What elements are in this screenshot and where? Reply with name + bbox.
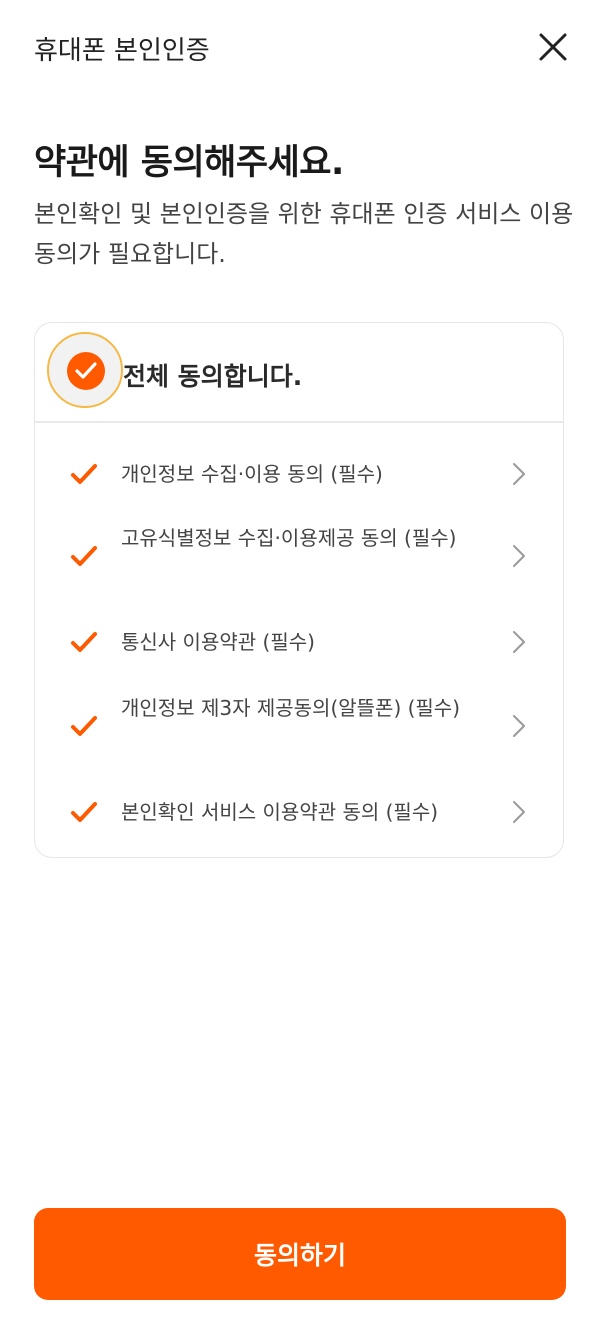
check-icon[interactable]: [71, 631, 97, 653]
chevron-right-icon[interactable]: [511, 713, 527, 739]
agreement-item-label: 고유식별정보 수집·이용제공 동의 (필수): [121, 526, 457, 550]
close-icon: [539, 33, 567, 61]
check-icon[interactable]: [71, 801, 97, 823]
agreement-item[interactable]: 본인확인 서비스 이용약관 동의 (필수): [35, 791, 563, 835]
agreement-item-label: 개인정보 제3자 제공동의(알뜰폰) (필수): [121, 696, 461, 720]
header: 휴대폰 본인인증: [0, 0, 600, 94]
close-button[interactable]: [534, 28, 572, 66]
agree-all-label: 전체 동의합니다.: [123, 362, 303, 391]
agreement-item[interactable]: 고유식별정보 수집·이용제공 동의 (필수): [35, 521, 563, 593]
check-icon[interactable]: [71, 715, 97, 737]
agree-all-checkbox[interactable]: [47, 332, 123, 408]
agreement-item[interactable]: 통신사 이용약관 (필수): [35, 621, 563, 665]
agree-button[interactable]: 동의하기: [34, 1208, 566, 1300]
divider: [35, 421, 563, 423]
agree-all-check-fill: [67, 352, 105, 390]
chevron-right-icon[interactable]: [511, 799, 527, 825]
check-icon: [75, 362, 97, 379]
chevron-right-icon[interactable]: [511, 461, 527, 487]
terms-description: 본인확인 및 본인인증을 위한 휴대폰 인증 서비스 이용 동의가 필요합니다.: [34, 200, 574, 268]
agreement-card: 전체 동의합니다. 개인정보 수집·이용 동의 (필수) 고유식별정보 수집·이…: [34, 322, 564, 858]
page-title: 휴대폰 본인인증: [34, 36, 210, 66]
agreement-item[interactable]: 개인정보 제3자 제공동의(알뜰폰) (필수): [35, 691, 563, 763]
agreement-item-label: 본인확인 서비스 이용약관 동의 (필수): [121, 800, 439, 824]
agreement-item[interactable]: 개인정보 수집·이용 동의 (필수): [35, 453, 563, 497]
agreement-item-label: 통신사 이용약관 (필수): [121, 630, 315, 654]
check-icon[interactable]: [71, 545, 97, 567]
chevron-right-icon[interactable]: [511, 629, 527, 655]
terms-heading: 약관에 동의해주세요.: [34, 143, 344, 183]
check-icon[interactable]: [71, 463, 97, 485]
agree-all-row[interactable]: 전체 동의합니다.: [35, 323, 563, 423]
agreement-item-label: 개인정보 수집·이용 동의 (필수): [121, 462, 383, 486]
chevron-right-icon[interactable]: [511, 543, 527, 569]
